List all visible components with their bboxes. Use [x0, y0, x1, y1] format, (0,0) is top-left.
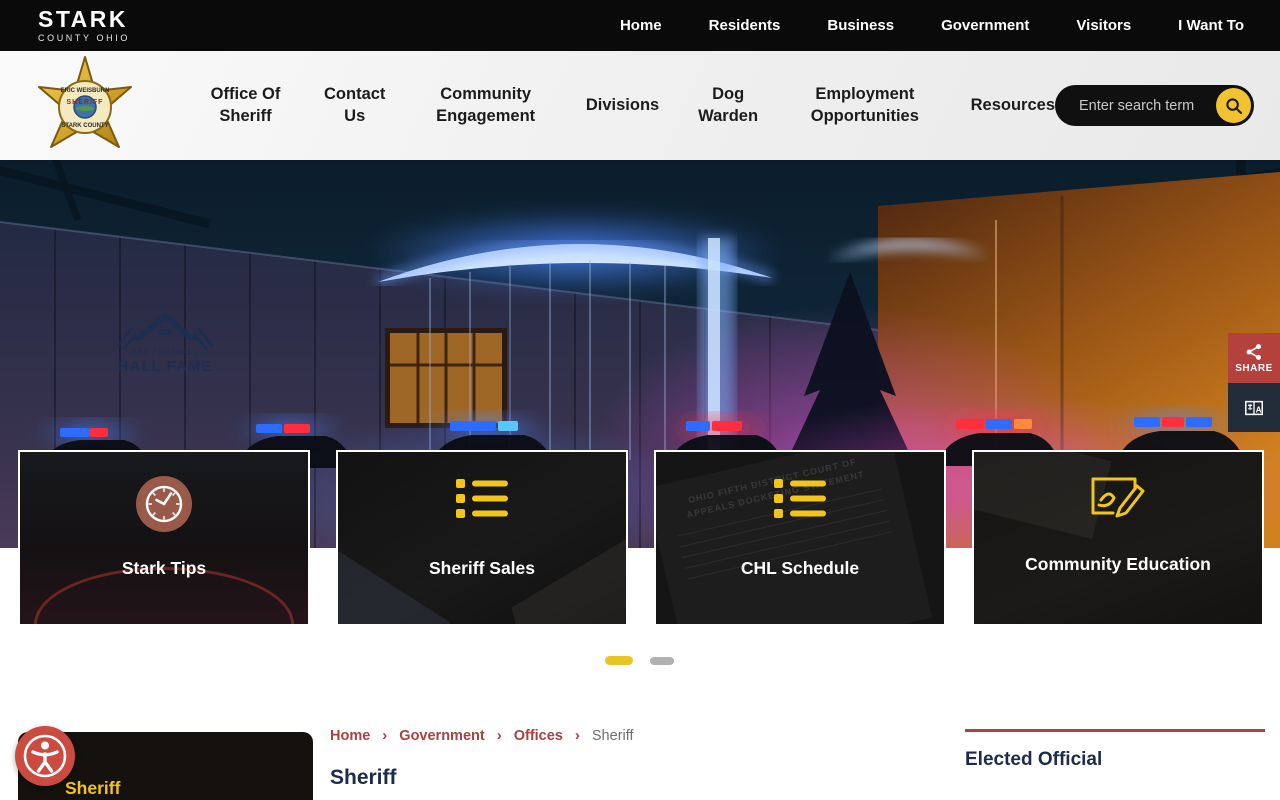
share-rail: SHARE A: [1228, 333, 1280, 432]
svg-text:A: A: [1256, 405, 1262, 414]
county-logo-tagline: COUNTY OHIO: [38, 34, 130, 43]
top-nav-visitors[interactable]: Visitors: [1076, 17, 1131, 34]
search-input[interactable]: [1079, 98, 1216, 114]
breadcrumb-separator: ›: [497, 727, 502, 744]
top-nav: Home Residents Business Government Visit…: [620, 17, 1244, 34]
sheriff-badge-logo[interactable]: ERIC WEISBURN SHERIFF STARK COUNTY: [25, 55, 145, 165]
nav-dog-warden[interactable]: Dog Warden: [697, 84, 759, 128]
search-button[interactable]: [1216, 88, 1251, 123]
svg-text:SHERIFF: SHERIFF: [67, 99, 104, 106]
svg-text:HALL FAME: HALL FAME: [118, 358, 213, 375]
nav-community-engagement[interactable]: Community Engagement: [423, 84, 547, 128]
list-icon: [773, 476, 827, 522]
nav-office-of-sheriff[interactable]: Office Of Sheriff: [205, 84, 286, 128]
svg-text:STARK COUNTY: STARK COUNTY: [61, 123, 108, 129]
star-badge-icon: ERIC WEISBURN SHERIFF STARK COUNTY: [39, 57, 131, 147]
top-nav-home[interactable]: Home: [620, 17, 662, 34]
card-label: Stark Tips: [20, 558, 308, 579]
section-divider: [965, 729, 1265, 732]
top-nav-government[interactable]: Government: [941, 17, 1029, 34]
nav-resources[interactable]: Resources: [971, 95, 1055, 117]
top-utility-bar: STARK COUNTY OHIO Home Residents Busines…: [0, 0, 1280, 51]
page: STARK COUNTY OHIO Home Residents Busines…: [0, 0, 1280, 800]
card-chl-schedule[interactable]: Ohio Fifth District Court of Appeals Doc…: [654, 450, 946, 626]
clock-icon: [136, 476, 192, 532]
nav-employment-opportunities[interactable]: Employment Opportunities: [797, 84, 933, 128]
quick-link-cards: Stark Tips Sheriff Sales Ohio Fifth Dist…: [18, 450, 1264, 626]
side-menu-item-sheriff[interactable]: Sheriff: [65, 778, 120, 799]
share-icon: [1245, 343, 1263, 361]
department-nav-items: Office Of Sheriff Contact Us Community E…: [205, 84, 1055, 128]
share-label: SHARE: [1235, 363, 1273, 374]
county-logo-name: STARK: [38, 8, 130, 31]
svg-text:PRO FOOTBALL: PRO FOOTBALL: [131, 349, 198, 356]
svg-text:ERIC WEISBURN: ERIC WEISBURN: [61, 88, 110, 94]
card-community-education[interactable]: Community Education: [972, 450, 1264, 626]
top-nav-business[interactable]: Business: [827, 17, 894, 34]
card-label: Sheriff Sales: [338, 558, 626, 579]
breadcrumb-offices[interactable]: Offices: [514, 728, 563, 744]
share-button[interactable]: SHARE: [1228, 333, 1280, 383]
edit-icon: [1090, 472, 1146, 520]
accessibility-icon: [20, 731, 70, 781]
nav-contact-us[interactable]: Contact Us: [324, 84, 385, 128]
search-bar: [1055, 85, 1254, 126]
breadcrumb-separator: ›: [382, 727, 387, 744]
county-logo[interactable]: STARK COUNTY OHIO: [38, 8, 130, 43]
page-title: Sheriff: [330, 766, 397, 790]
top-nav-i-want-to[interactable]: I Want To: [1178, 17, 1244, 34]
breadcrumb-current: Sheriff: [592, 728, 634, 744]
search-icon: [1224, 96, 1244, 116]
list-icon: [455, 476, 509, 522]
card-label: CHL Schedule: [656, 558, 944, 579]
translate-icon: A: [1243, 397, 1265, 419]
carousel-dot[interactable]: [650, 657, 674, 665]
nav-divisions[interactable]: Divisions: [586, 95, 659, 117]
card-sheriff-sales[interactable]: Sheriff Sales: [336, 450, 628, 626]
breadcrumb-separator: ›: [575, 727, 580, 744]
carousel-dot-active[interactable]: [605, 656, 633, 665]
carousel-indicators: [605, 656, 674, 665]
accessibility-button[interactable]: [15, 726, 75, 786]
breadcrumb-government[interactable]: Government: [399, 728, 484, 744]
card-label: Community Education: [974, 554, 1262, 575]
breadcrumb: Home › Government › Offices › Sheriff: [330, 727, 634, 744]
translate-button[interactable]: A: [1228, 383, 1280, 432]
breadcrumb-home[interactable]: Home: [330, 728, 370, 744]
top-nav-residents[interactable]: Residents: [709, 17, 781, 34]
card-stark-tips[interactable]: Stark Tips: [18, 450, 310, 626]
department-nav-bar: ERIC WEISBURN SHERIFF STARK COUNTY Offic…: [0, 51, 1280, 160]
elected-official-heading: Elected Official: [965, 749, 1102, 771]
